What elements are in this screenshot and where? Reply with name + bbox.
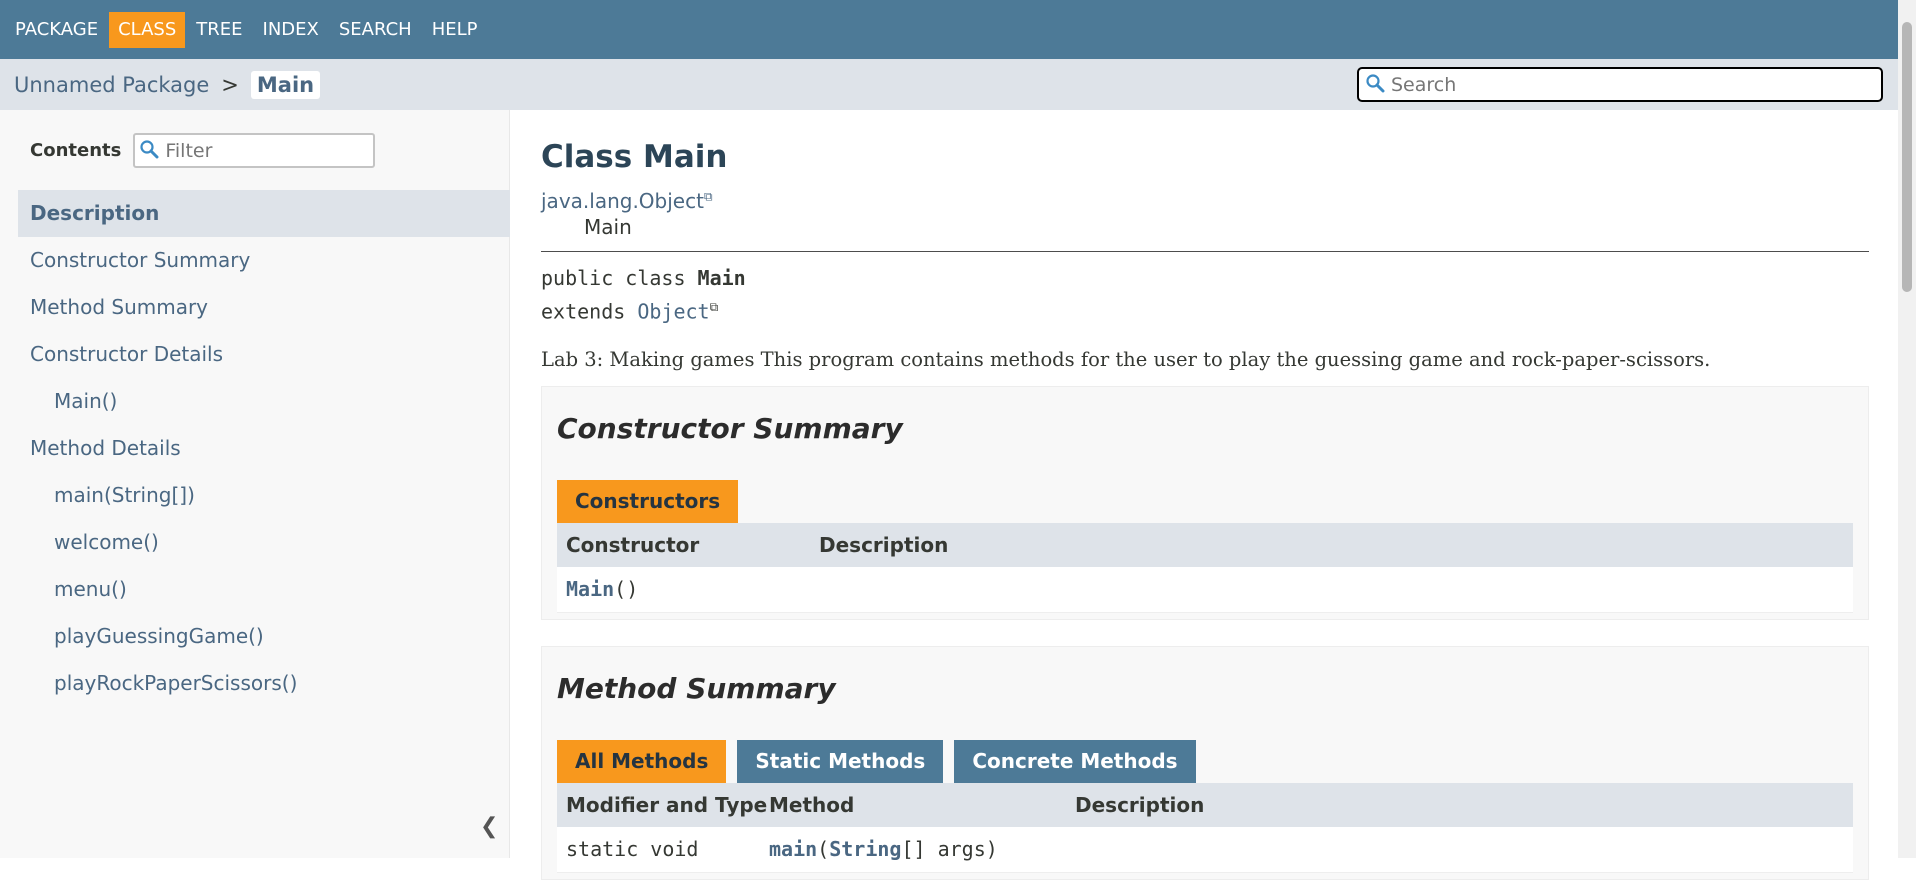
- divider: [541, 251, 1869, 252]
- toc-item-description[interactable]: Description: [18, 190, 510, 237]
- constructor-tabs: Constructors: [557, 479, 1853, 523]
- sidebar: Contents Description Constructor Summary…: [0, 110, 510, 858]
- class-description: Lab 3: Making games This program contain…: [541, 347, 1711, 371]
- constructor-signature: Main(): [557, 577, 638, 601]
- method-summary-heading: Method Summary: [557, 671, 836, 705]
- nav-help[interactable]: HELP: [423, 12, 487, 48]
- search-box[interactable]: [1357, 67, 1883, 102]
- toc-item-welcome[interactable]: welcome(): [18, 519, 510, 566]
- tab-concrete-methods[interactable]: Concrete Methods: [954, 739, 1196, 783]
- toc-item-main-constructor[interactable]: Main(): [18, 378, 510, 425]
- constructor-table-header: Constructor Description: [557, 522, 1853, 567]
- filter-input[interactable]: [165, 139, 366, 162]
- method-table-header: Modifier and Type Method Description: [557, 782, 1853, 827]
- toc-item-play-guessing-game[interactable]: playGuessingGame(): [18, 613, 510, 660]
- toc-item-method-details[interactable]: Method Details: [18, 425, 510, 472]
- col-description: Description: [1075, 792, 1205, 817]
- page-title: Class Main: [541, 139, 728, 175]
- breadcrumb-separator: >: [221, 72, 239, 97]
- contents-label: Contents: [30, 140, 122, 161]
- scrollbar[interactable]: [1898, 0, 1916, 858]
- breadcrumb-package[interactable]: Unnamed Package: [14, 73, 209, 97]
- search-icon: [1365, 73, 1385, 97]
- method-tabs: All Methods Static Methods Concrete Meth…: [557, 739, 1853, 783]
- signature-prefix: public class: [541, 266, 698, 290]
- nav-package[interactable]: PACKAGE: [6, 12, 107, 48]
- external-link-icon: ⧉: [709, 300, 719, 314]
- table-row: static void main(String[] args): [557, 826, 1853, 873]
- class-signature: public class Main extends Object⧉: [541, 264, 1869, 327]
- nav-search[interactable]: SEARCH: [330, 12, 421, 48]
- constructor-parens: (): [614, 577, 639, 602]
- tab-all-methods[interactable]: All Methods: [557, 739, 727, 783]
- constructor-summary-heading: Constructor Summary: [557, 411, 903, 445]
- collapse-sidebar-button[interactable]: ❮: [480, 814, 498, 839]
- toc-item-constructor-details[interactable]: Constructor Details: [18, 331, 510, 378]
- inheritance-child: Main: [584, 215, 632, 239]
- constructor-summary-section: Constructor Summary Constructors Constru…: [541, 385, 1869, 620]
- inheritance-parent-link[interactable]: java.lang.Object: [541, 189, 704, 213]
- toc-item-constructor-summary[interactable]: Constructor Summary: [18, 237, 510, 284]
- tab-constructors[interactable]: Constructors: [557, 479, 739, 523]
- table-of-contents: Description Constructor Summary Method S…: [18, 190, 510, 707]
- nav-tree[interactable]: TREE: [187, 12, 251, 48]
- signature-extends: extends: [541, 299, 638, 324]
- signature-class-name: Main: [697, 266, 746, 290]
- filter-search-icon: [139, 139, 159, 163]
- table-row: Main(): [557, 566, 1853, 613]
- inheritance-parent: java.lang.Object⧉: [541, 189, 1869, 213]
- top-navbar: PACKAGE CLASS TREE INDEX SEARCH HELP: [0, 0, 1898, 59]
- external-link-icon: ⧉: [703, 189, 713, 204]
- nav-class[interactable]: CLASS: [109, 11, 186, 48]
- method-summary-section: Method Summary All Methods Static Method…: [541, 645, 1869, 880]
- constructor-main-link[interactable]: Main: [566, 577, 614, 601]
- signature-object-link[interactable]: Object: [637, 300, 709, 324]
- col-method: Method: [769, 792, 855, 817]
- nav-index[interactable]: INDEX: [254, 12, 328, 48]
- sub-navbar: Unnamed Package > Main: [0, 59, 1898, 110]
- contents-header: Contents: [30, 133, 376, 168]
- breadcrumb-current[interactable]: Main: [250, 70, 321, 99]
- col-constructor: Constructor: [566, 532, 700, 557]
- toc-item-main-method[interactable]: main(String[]): [18, 472, 510, 519]
- scrollbar-thumb[interactable]: [1902, 22, 1912, 292]
- col-description: Description: [819, 532, 949, 557]
- filter-box[interactable]: [133, 133, 376, 168]
- tab-static-methods[interactable]: Static Methods: [737, 739, 944, 783]
- col-modifier-type: Modifier and Type: [566, 792, 768, 817]
- search-input[interactable]: [1391, 73, 1871, 96]
- toc-item-method-summary[interactable]: Method Summary: [18, 284, 510, 331]
- main-content: Class Main java.lang.Object⧉ Main public…: [541, 110, 1869, 880]
- toc-item-menu[interactable]: menu(): [18, 566, 510, 613]
- toc-item-play-rock-paper-scissors[interactable]: playRockPaperScissors(): [18, 660, 510, 707]
